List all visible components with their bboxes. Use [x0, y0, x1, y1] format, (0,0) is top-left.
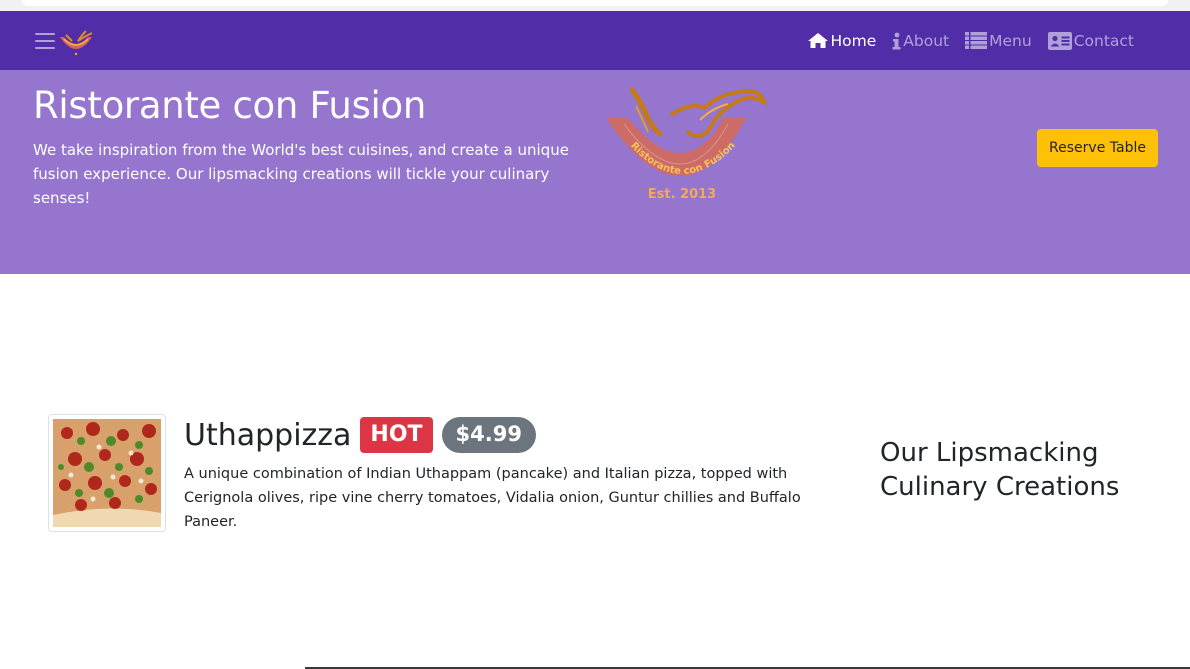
- browser-top-strip: [0, 0, 1190, 11]
- price-badge: $4.99: [441, 417, 536, 453]
- nav-link-label: Menu: [989, 31, 1032, 50]
- dish-description: A unique combination of Indian Uthappam …: [184, 466, 801, 530]
- brand-logo[interactable]: [56, 27, 96, 57]
- nav-links: Home About Menu Contact: [807, 11, 1134, 70]
- nav-link-contact[interactable]: Contact: [1047, 31, 1134, 50]
- navbar: Home About Menu Contact: [0, 11, 1190, 70]
- hero-text: We take inspiration from the World's bes…: [33, 141, 569, 207]
- nav-link-home[interactable]: Home: [807, 31, 877, 50]
- home-icon: [807, 33, 828, 48]
- page-edge: [22, 0, 1168, 6]
- hero-logo: Ristorante con Fusion Est. 2013: [600, 84, 770, 206]
- pizza-image: [53, 419, 161, 527]
- hero-logo-est: Est. 2013: [648, 187, 716, 202]
- dish-body: Uthappizza HOT $4.99 A unique combinatio…: [184, 416, 849, 534]
- navbar-toggler-icon[interactable]: [35, 33, 55, 49]
- nav-link-about[interactable]: About: [892, 32, 949, 50]
- address-card-icon: [1047, 31, 1072, 50]
- section-heading: Our Lipsmacking Culinary Creations: [880, 438, 1120, 502]
- dish-thumbnail: [48, 414, 166, 532]
- nav-link-label: About: [903, 31, 950, 50]
- nav-link-label: Contact: [1073, 31, 1134, 50]
- hot-badge: HOT: [360, 417, 433, 453]
- jumbotron: Ristorante con Fusion We take inspiratio…: [0, 70, 1190, 274]
- dish-heading: Uthappizza HOT $4.99: [184, 416, 849, 454]
- hero-title: Ristorante con Fusion: [33, 84, 427, 127]
- list-icon: [965, 32, 988, 49]
- dish-name: Uthappizza: [184, 417, 352, 453]
- info-icon: [892, 32, 901, 49]
- nav-link-menu[interactable]: Menu: [965, 32, 1032, 50]
- reserve-table-button[interactable]: Reserve Table: [1037, 129, 1158, 167]
- nav-link-label: Home: [830, 31, 877, 50]
